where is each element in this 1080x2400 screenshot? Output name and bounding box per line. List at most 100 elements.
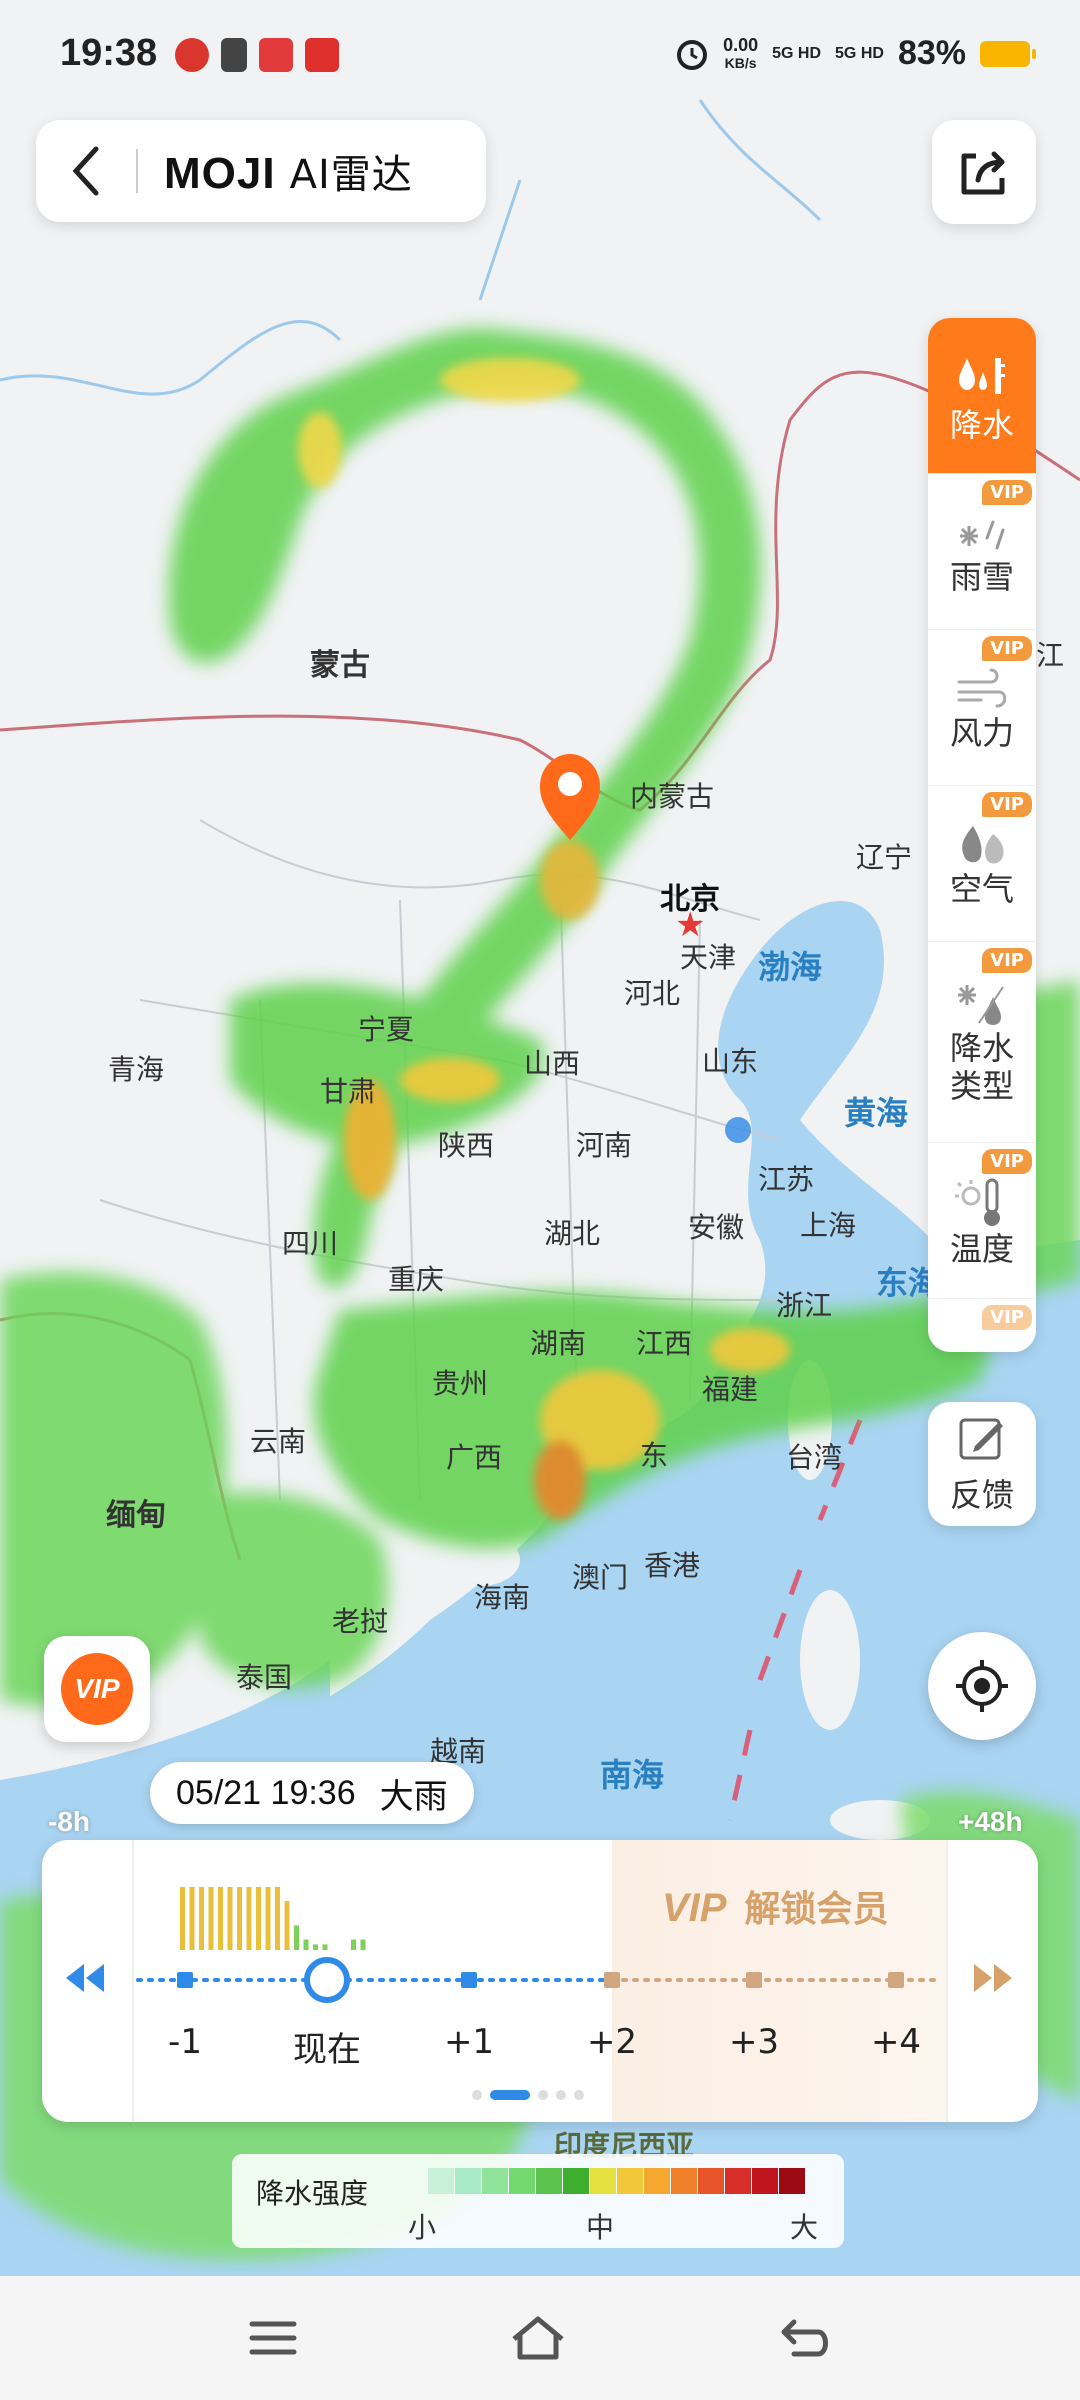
feedback-button[interactable]: 反馈 <box>928 1402 1036 1526</box>
map-label: 江西 <box>636 1327 693 1360</box>
layer-temperature[interactable]: VIP 温度 <box>928 1143 1036 1299</box>
legend-swatch <box>590 2168 616 2194</box>
locate-button[interactable] <box>928 1632 1036 1740</box>
layer-precipitation[interactable]: 降水 <box>928 318 1036 474</box>
edit-icon <box>959 1418 1003 1460</box>
layer-wind[interactable]: VIP 风力 <box>928 630 1036 786</box>
layer-label-line2: 类型 <box>949 1067 1014 1105</box>
map-label: 贵州 <box>432 1367 489 1400</box>
vip-tag: VIP <box>982 480 1032 505</box>
layer-air[interactable]: VIP 空气 <box>928 786 1036 942</box>
map-label: 河南 <box>576 1129 633 1162</box>
crosshair-icon <box>956 1660 1008 1712</box>
timeline-tick[interactable]: +4 <box>871 2022 921 2062</box>
map-label: 香港 <box>644 1549 701 1582</box>
thermometer-icon <box>955 1178 1000 1226</box>
legend-title: 降水强度 <box>256 2177 369 2210</box>
brand-name: MOJI <box>164 149 276 198</box>
net-speed-value: 0.00 <box>723 34 759 55</box>
map-label: 东 <box>640 1439 669 1472</box>
notification-app-icon <box>175 38 209 72</box>
map-label: 江苏 <box>758 1163 815 1196</box>
map-label: 陕西 <box>438 1129 495 1162</box>
rain-bar <box>265 1887 271 1950</box>
timeline-marker <box>461 1972 477 1988</box>
map-label: 四川 <box>282 1227 339 1260</box>
share-button[interactable] <box>932 120 1036 224</box>
rain-bar <box>275 1887 280 1950</box>
layer-rain-snow[interactable]: VIP 雨雪 <box>928 474 1036 630</box>
legend-swatch <box>428 2168 454 2194</box>
legend-swatch <box>698 2168 724 2194</box>
legend-swatch <box>509 2168 535 2194</box>
alarm-icon <box>677 39 708 70</box>
rain-bar <box>256 1887 261 1950</box>
map-label: 广西 <box>446 1441 503 1474</box>
timeline-tick[interactable]: +1 <box>444 2022 494 2062</box>
precipitation-icon <box>959 357 1005 394</box>
timeline-tick[interactable]: +2 <box>587 2022 637 2062</box>
notification-icons <box>175 38 339 72</box>
map-label: 山西 <box>524 1047 581 1080</box>
layer-label: 温度 <box>949 1229 1014 1268</box>
timeline-tick[interactable]: 现在 <box>293 2022 361 2071</box>
vip-button[interactable]: VIP <box>44 1636 150 1742</box>
air-quality-icon <box>962 825 1004 863</box>
back-icon[interactable] <box>778 2316 832 2360</box>
legend-swatch <box>644 2168 670 2194</box>
page-title: AI雷达 <box>289 152 413 198</box>
timeline-marker <box>604 1972 620 1988</box>
timeline-track[interactable] <box>42 1840 1038 2122</box>
pager-dots <box>472 2090 584 2100</box>
rain-bar <box>180 1887 185 1950</box>
rain-bar <box>227 1887 233 1950</box>
legend-swatch <box>563 2168 589 2194</box>
timeline-current-handle <box>304 1957 350 2003</box>
map-label: 浙江 <box>776 1289 833 1322</box>
menu-icon[interactable] <box>248 2318 298 2358</box>
map-label: 甘肃 <box>320 1075 377 1108</box>
rain-bar <box>360 1939 366 1950</box>
back-button[interactable] <box>36 120 136 222</box>
battery-percent: 83% <box>897 34 966 72</box>
layer-label: 空气 <box>949 869 1014 908</box>
map-label: 内蒙古 <box>630 780 715 813</box>
map-label: 青海 <box>108 1053 165 1086</box>
vip-badge-icon: VIP <box>61 1653 133 1725</box>
layer-panel: 降水 VIP 雨雪 VIP 风力 VIP 空气 VIP 降水 类型 VIP 温度… <box>928 318 1036 1352</box>
signal-2: 5G HD <box>835 44 884 62</box>
pager-dot <box>538 2090 548 2100</box>
precip-legend: 降水强度 小 中 大 <box>232 2154 844 2248</box>
vip-tag: VIP <box>982 636 1032 661</box>
vip-tag: VIP <box>982 792 1032 817</box>
pager-dot <box>472 2090 482 2100</box>
precip-type-icon <box>958 985 1004 1025</box>
map-label: 重庆 <box>388 1263 445 1296</box>
legend-swatch <box>536 2168 562 2194</box>
map-label: 老挝 <box>332 1605 389 1638</box>
timeline-tick[interactable]: -1 <box>168 2022 202 2062</box>
rain-bar <box>237 1887 242 1950</box>
timeline-tick[interactable]: +3 <box>729 2022 779 2062</box>
rain-bar <box>218 1887 223 1950</box>
map-label: 宁夏 <box>358 1013 415 1046</box>
home-icon[interactable] <box>508 2313 568 2363</box>
rain-bar <box>246 1887 252 1950</box>
legend-high: 大 <box>790 2211 819 2244</box>
map-label: 海南 <box>474 1581 531 1614</box>
map-label: 河北 <box>624 977 681 1010</box>
notification-app-icon <box>305 38 339 72</box>
layer-more[interactable]: VIP <box>928 1299 1036 1352</box>
vip-tag: VIP <box>982 948 1032 973</box>
notification-app-icon <box>259 38 293 72</box>
map-label: 辽宁 <box>856 841 913 874</box>
layer-precip-type[interactable]: VIP 降水 类型 <box>928 942 1036 1143</box>
layer-label: 降水 <box>949 405 1014 444</box>
map-label: 江 <box>1036 639 1065 672</box>
battery-icon <box>980 40 1036 67</box>
wind-icon <box>957 668 1007 707</box>
notification-app-icon <box>221 38 247 72</box>
chevron-left-icon <box>72 146 99 196</box>
legend-swatch <box>779 2168 805 2194</box>
map-label: 福建 <box>702 1373 759 1406</box>
